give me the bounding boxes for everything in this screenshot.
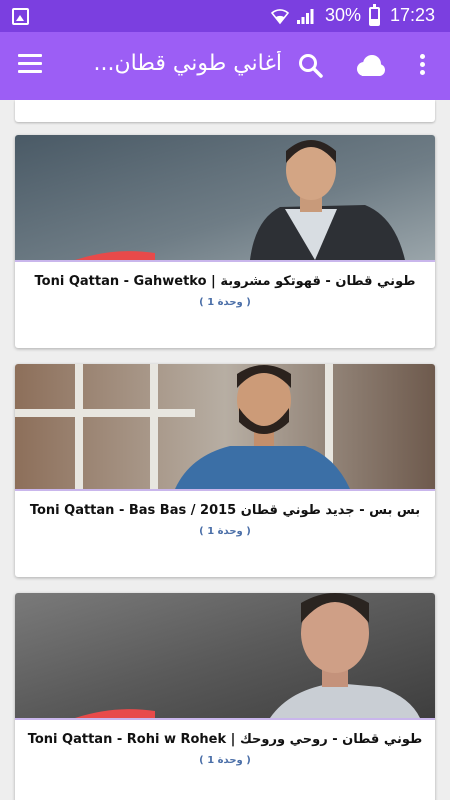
song-count: ( 1 وحدة ) bbox=[199, 297, 251, 308]
list-item[interactable] bbox=[15, 100, 435, 122]
song-title: طوني قطان - روحي وروحك | Toni Qattan - R… bbox=[27, 732, 423, 747]
divider bbox=[15, 260, 435, 262]
song-list: طوني قطان - قهوتكو مشروبة | Toni Qattan … bbox=[0, 100, 450, 800]
divider bbox=[15, 718, 435, 720]
app-bar: أغاني طوني قطان... bbox=[0, 32, 450, 100]
menu-icon[interactable] bbox=[18, 54, 42, 74]
wifi-icon bbox=[271, 9, 289, 25]
more-vert-icon[interactable] bbox=[418, 54, 426, 78]
signal-icon bbox=[297, 9, 314, 24]
status-bar: 30% 17:23 bbox=[0, 0, 450, 32]
song-thumbnail bbox=[15, 593, 435, 718]
song-card[interactable]: طوني قطان - روحي وروحك | Toni Qattan - R… bbox=[15, 593, 435, 800]
search-icon[interactable] bbox=[298, 53, 324, 79]
battery-percent: 30% bbox=[325, 5, 362, 25]
song-count: ( 1 وحدة ) bbox=[199, 755, 251, 766]
image-notification-icon bbox=[12, 8, 29, 25]
song-title: بس بس - جديد طوني قطان 2015 / Toni Qatta… bbox=[29, 503, 421, 518]
divider bbox=[15, 489, 435, 491]
battery-icon bbox=[369, 4, 380, 26]
song-card[interactable]: بس بس - جديد طوني قطان 2015 / Toni Qatta… bbox=[15, 364, 435, 577]
song-title: طوني قطان - قهوتكو مشروبة | Toni Qattan … bbox=[34, 274, 416, 289]
song-thumbnail bbox=[15, 135, 435, 260]
song-card[interactable]: طوني قطان - قهوتكو مشروبة | Toni Qattan … bbox=[15, 135, 435, 348]
clock: 17:23 bbox=[390, 5, 436, 25]
song-count: ( 1 وحدة ) bbox=[199, 526, 251, 537]
song-thumbnail bbox=[15, 364, 435, 489]
page-title: أغاني طوني قطان... bbox=[93, 51, 282, 76]
cloud-icon[interactable] bbox=[353, 54, 387, 78]
